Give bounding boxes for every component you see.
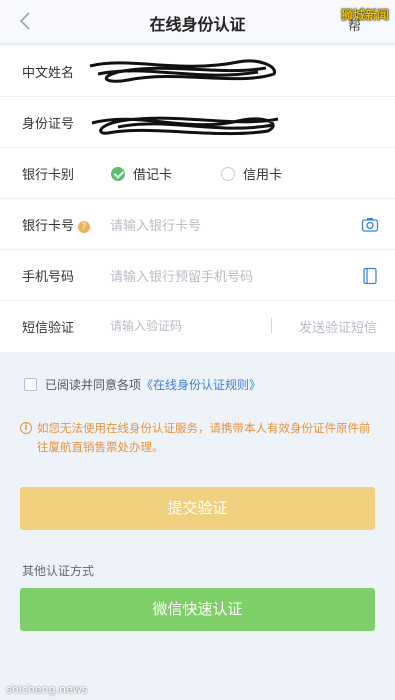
page-title: 在线身份认证 (149, 15, 246, 34)
phone-row: 手机号码 请输入银行预留手机号码 (0, 250, 395, 301)
contacts-book-icon[interactable] (361, 267, 379, 285)
brand-logo-text: 狮城新闻 (340, 8, 389, 22)
phone-label: 手机号码 (22, 270, 75, 285)
checked-circle-icon (111, 166, 125, 181)
radio-debit-card[interactable]: 借记卡 (111, 164, 172, 183)
notice-text: 如您无法使用在线身份认证服务，请携带本人有效身份证件原件前往厦航直销售票处办理。 (37, 421, 371, 454)
send-sms-button[interactable]: 发送验证短信 (299, 317, 377, 336)
redacted-name-scribble (89, 59, 276, 83)
camera-icon[interactable] (361, 216, 379, 234)
info-icon: i (20, 422, 32, 434)
question-icon[interactable]: ? (78, 221, 91, 233)
sms-code-input[interactable]: 请输入验证码 (110, 317, 182, 334)
notice-block: i 如您无法使用在线身份认证服务，请携带本人有效身份证件原件前往厦航直销售票处办… (20, 419, 380, 457)
card-type-row: 银行卡别 借记卡 信用卡 (0, 148, 395, 199)
empty-circle-icon (221, 166, 235, 181)
sms-row: 短信验证 请输入验证码 发送验证短信 (0, 301, 395, 352)
submit-button[interactable]: 提交验证 (20, 487, 375, 530)
sms-label: 短信验证 (22, 321, 75, 336)
agree-checkbox[interactable] (24, 378, 37, 391)
card-number-label: 银行卡号? (22, 215, 91, 234)
id-label: 身份证号 (22, 117, 75, 132)
card-number-row: 银行卡号? 请输入银行卡号 (0, 199, 395, 250)
watermark: shicheng.news (6, 683, 88, 696)
agree-text: 已阅读并同意各项 (45, 378, 142, 392)
radio-credit-card[interactable]: 信用卡 (221, 164, 282, 183)
name-label: 中文姓名 (22, 66, 75, 81)
wechat-auth-button[interactable]: 微信快速认证 (20, 588, 375, 631)
card-type-label: 银行卡别 (22, 168, 75, 183)
card-number-input[interactable]: 请输入银行卡号 (110, 215, 201, 234)
credit-card-label: 信用卡 (243, 168, 283, 183)
debit-card-label: 借记卡 (133, 168, 173, 183)
rules-link[interactable]: 《在线身份认证规则》 (141, 376, 261, 393)
identity-form: 中文姓名 身份证号 银行卡别 借记卡 信用卡 银行卡号? 请输入银行卡号 手机号… (0, 46, 395, 352)
header-bar: 在线身份认证 帮 狮城新闻 (0, 0, 395, 44)
redacted-id-scribble (91, 116, 279, 136)
other-methods-label: 其他认证方式 (22, 564, 95, 578)
vertical-divider (271, 318, 272, 333)
phone-input[interactable]: 请输入银行预留手机号码 (110, 266, 253, 285)
name-row: 中文姓名 (0, 46, 395, 97)
id-row: 身份证号 (0, 97, 395, 148)
agreement-row: 已阅读并同意各项 《在线身份认证规则》 (24, 376, 261, 393)
